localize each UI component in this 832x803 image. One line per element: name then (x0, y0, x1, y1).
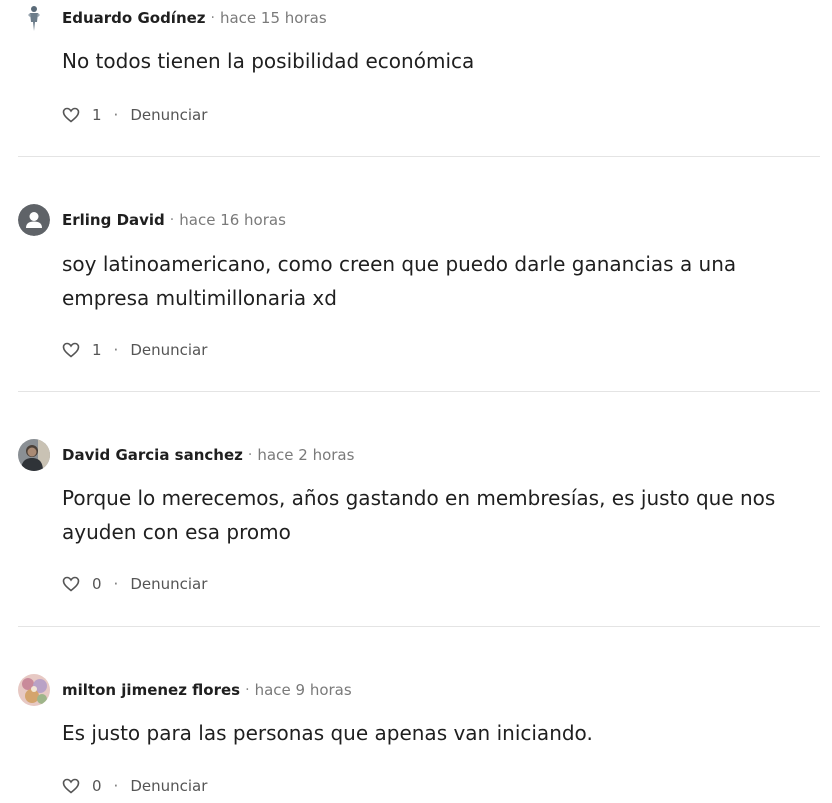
comment-header: milton jimenez flores · hace 9 horas (18, 674, 352, 706)
separator-dot: · (247, 447, 253, 463)
like-count: 1 (92, 106, 102, 124)
separator-dot: · (113, 575, 119, 593)
divider (18, 391, 820, 392)
timestamp: hace 16 horas (179, 211, 286, 229)
avatar[interactable] (18, 2, 50, 34)
comment-header: Erling David · hace 16 horas (18, 204, 286, 236)
separator-dot: · (113, 777, 119, 795)
report-link[interactable]: Denunciar (130, 777, 207, 795)
divider (18, 156, 820, 157)
author-name[interactable]: Eduardo Godínez (62, 9, 206, 27)
comment-actions: 0 · Denunciar (62, 573, 207, 595)
timestamp: hace 9 horas (254, 681, 352, 699)
comment-header: David Garcia sanchez · hace 2 horas (18, 439, 354, 471)
comment-header: Eduardo Godínez · hace 15 horas (18, 2, 327, 34)
separator-dot: · (245, 682, 250, 698)
comment-actions: 1 · Denunciar (62, 104, 207, 126)
report-link[interactable]: Denunciar (130, 575, 207, 593)
timestamp: hace 2 horas (257, 446, 355, 464)
comment-actions: 1 · Denunciar (62, 339, 207, 361)
default-user-icon[interactable] (18, 204, 50, 236)
heart-icon[interactable] (62, 576, 80, 592)
report-link[interactable]: Denunciar (130, 341, 207, 359)
avatar[interactable] (18, 674, 50, 706)
like-count: 0 (92, 777, 102, 795)
comment-actions: 0 · Denunciar (62, 775, 207, 797)
separator-dot: · (169, 212, 175, 228)
comment-text: No todos tienen la posibilidad económica (62, 49, 475, 73)
heart-icon[interactable] (62, 107, 80, 123)
comment-text: soy latinoamericano, como creen que pued… (62, 252, 737, 310)
comment-text: Porque lo merecemos, años gastando en me… (62, 486, 776, 544)
separator-dot: · (210, 10, 215, 26)
heart-icon[interactable] (62, 778, 80, 794)
heart-icon[interactable] (62, 342, 80, 358)
timestamp: hace 15 horas (219, 9, 327, 27)
divider (18, 626, 820, 627)
author-name[interactable]: David Garcia sanchez (62, 446, 243, 464)
report-link[interactable]: Denunciar (130, 106, 207, 124)
author-name[interactable]: Erling David (62, 211, 165, 229)
author-name[interactable]: milton jimenez flores (62, 681, 240, 699)
avatar[interactable] (18, 439, 50, 471)
comment-text: Es justo para las personas que apenas va… (62, 721, 593, 745)
separator-dot: · (113, 341, 119, 359)
separator-dot: · (113, 106, 119, 124)
like-count: 0 (92, 575, 102, 593)
like-count: 1 (92, 341, 102, 359)
